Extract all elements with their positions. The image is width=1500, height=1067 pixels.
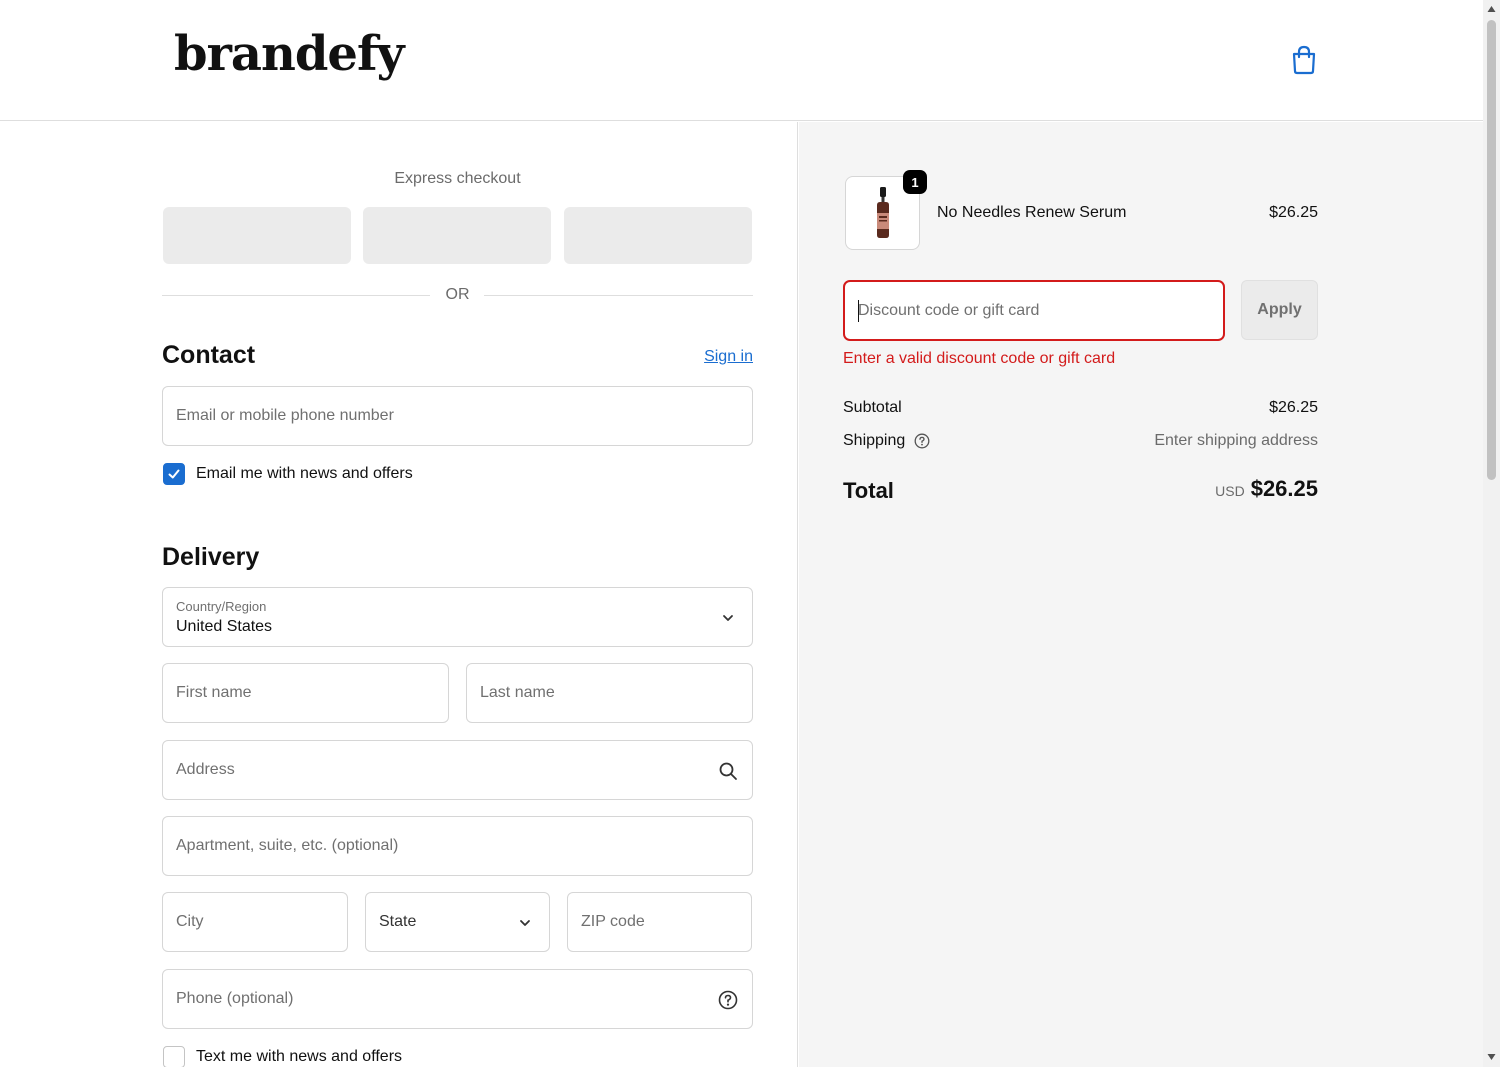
express-checkout-title: Express checkout [394, 170, 521, 187]
sign-in-link[interactable]: Sign in [690, 348, 753, 366]
newsletter-label: Email me with news and offers [196, 465, 413, 482]
brand-logo[interactable]: brandefy [174, 26, 404, 82]
text-caret [858, 300, 859, 322]
address-field[interactable]: Address [162, 740, 753, 800]
email-placeholder: Email or mobile phone number [176, 407, 394, 424]
order-summary-panel [799, 122, 1483, 1067]
country-label: Country/Region [176, 599, 267, 614]
country-select[interactable]: Country/Region United States [162, 587, 753, 647]
scroll-down-arrow-icon[interactable] [1487, 1053, 1496, 1061]
or-divider: OR [162, 286, 753, 306]
first-name-field[interactable]: First name [162, 663, 449, 723]
help-circle-icon[interactable] [718, 990, 738, 1010]
shipping-value: Enter shipping address [1154, 432, 1318, 449]
last-name-placeholder: Last name [480, 684, 555, 701]
discount-error-message: Enter a valid discount code or gift card [843, 350, 1116, 367]
sms-checkbox[interactable] [163, 1046, 185, 1067]
phone-placeholder: Phone (optional) [176, 990, 294, 1007]
product-name: No Needles Renew Serum [937, 204, 1127, 221]
sms-label: Text me with news and offers [196, 1048, 403, 1065]
state-select[interactable]: State [365, 892, 550, 952]
phone-field[interactable]: Phone (optional) [162, 969, 753, 1029]
total-value-group: USD $26.25 [1150, 476, 1318, 502]
apply-discount-button[interactable]: Apply [1241, 280, 1318, 340]
express-pay-button-2[interactable] [363, 207, 551, 264]
chevron-down-icon [723, 615, 733, 621]
address-placeholder: Address [176, 761, 235, 778]
city-placeholder: City [176, 913, 204, 930]
email-field[interactable]: Email or mobile phone number [162, 386, 753, 446]
scrollbar-thumb[interactable] [1487, 20, 1496, 480]
contact-heading: Contact [162, 341, 256, 369]
newsletter-option[interactable]: Email me with news and offers [163, 463, 413, 485]
delivery-heading: Delivery [162, 543, 260, 571]
discount-placeholder: Discount code or gift card [858, 302, 1040, 319]
country-value: United States [176, 618, 273, 635]
total-label: Total [843, 478, 894, 503]
divider-line-right [484, 295, 753, 296]
city-field[interactable]: City [162, 892, 348, 952]
scroll-up-arrow-icon[interactable] [1487, 5, 1496, 13]
subtotal-label: Subtotal [843, 399, 902, 416]
shipping-help-icon[interactable] [914, 433, 930, 449]
quantity-badge: 1 [903, 170, 927, 194]
newsletter-checkbox[interactable] [163, 463, 185, 485]
checkmark-icon [168, 469, 180, 479]
zip-placeholder: ZIP code [581, 913, 645, 930]
apartment-field[interactable]: Apartment, suite, etc. (optional) [162, 816, 753, 876]
express-pay-button-1[interactable] [163, 207, 351, 264]
discount-code-input[interactable]: Discount code or gift card [843, 280, 1225, 341]
search-icon [719, 762, 737, 780]
shopping-bag-icon[interactable] [1290, 45, 1318, 75]
state-placeholder: State [379, 913, 417, 930]
express-pay-button-3[interactable] [564, 207, 752, 264]
subtotal-value: $26.25 [1269, 399, 1318, 416]
shipping-label: Shipping [843, 432, 906, 449]
apartment-placeholder: Apartment, suite, etc. (optional) [176, 837, 399, 854]
product-price: $26.25 [1269, 204, 1318, 221]
last-name-field[interactable]: Last name [466, 663, 753, 723]
total-amount: $26.25 [1250, 476, 1318, 501]
sms-option[interactable]: Text me with news and offers [163, 1046, 402, 1067]
first-name-placeholder: First name [176, 684, 252, 701]
zip-field[interactable]: ZIP code [567, 892, 752, 952]
site-header: brandefy [0, 0, 1483, 121]
chevron-down-icon [520, 920, 530, 926]
total-currency: USD [1215, 483, 1245, 499]
